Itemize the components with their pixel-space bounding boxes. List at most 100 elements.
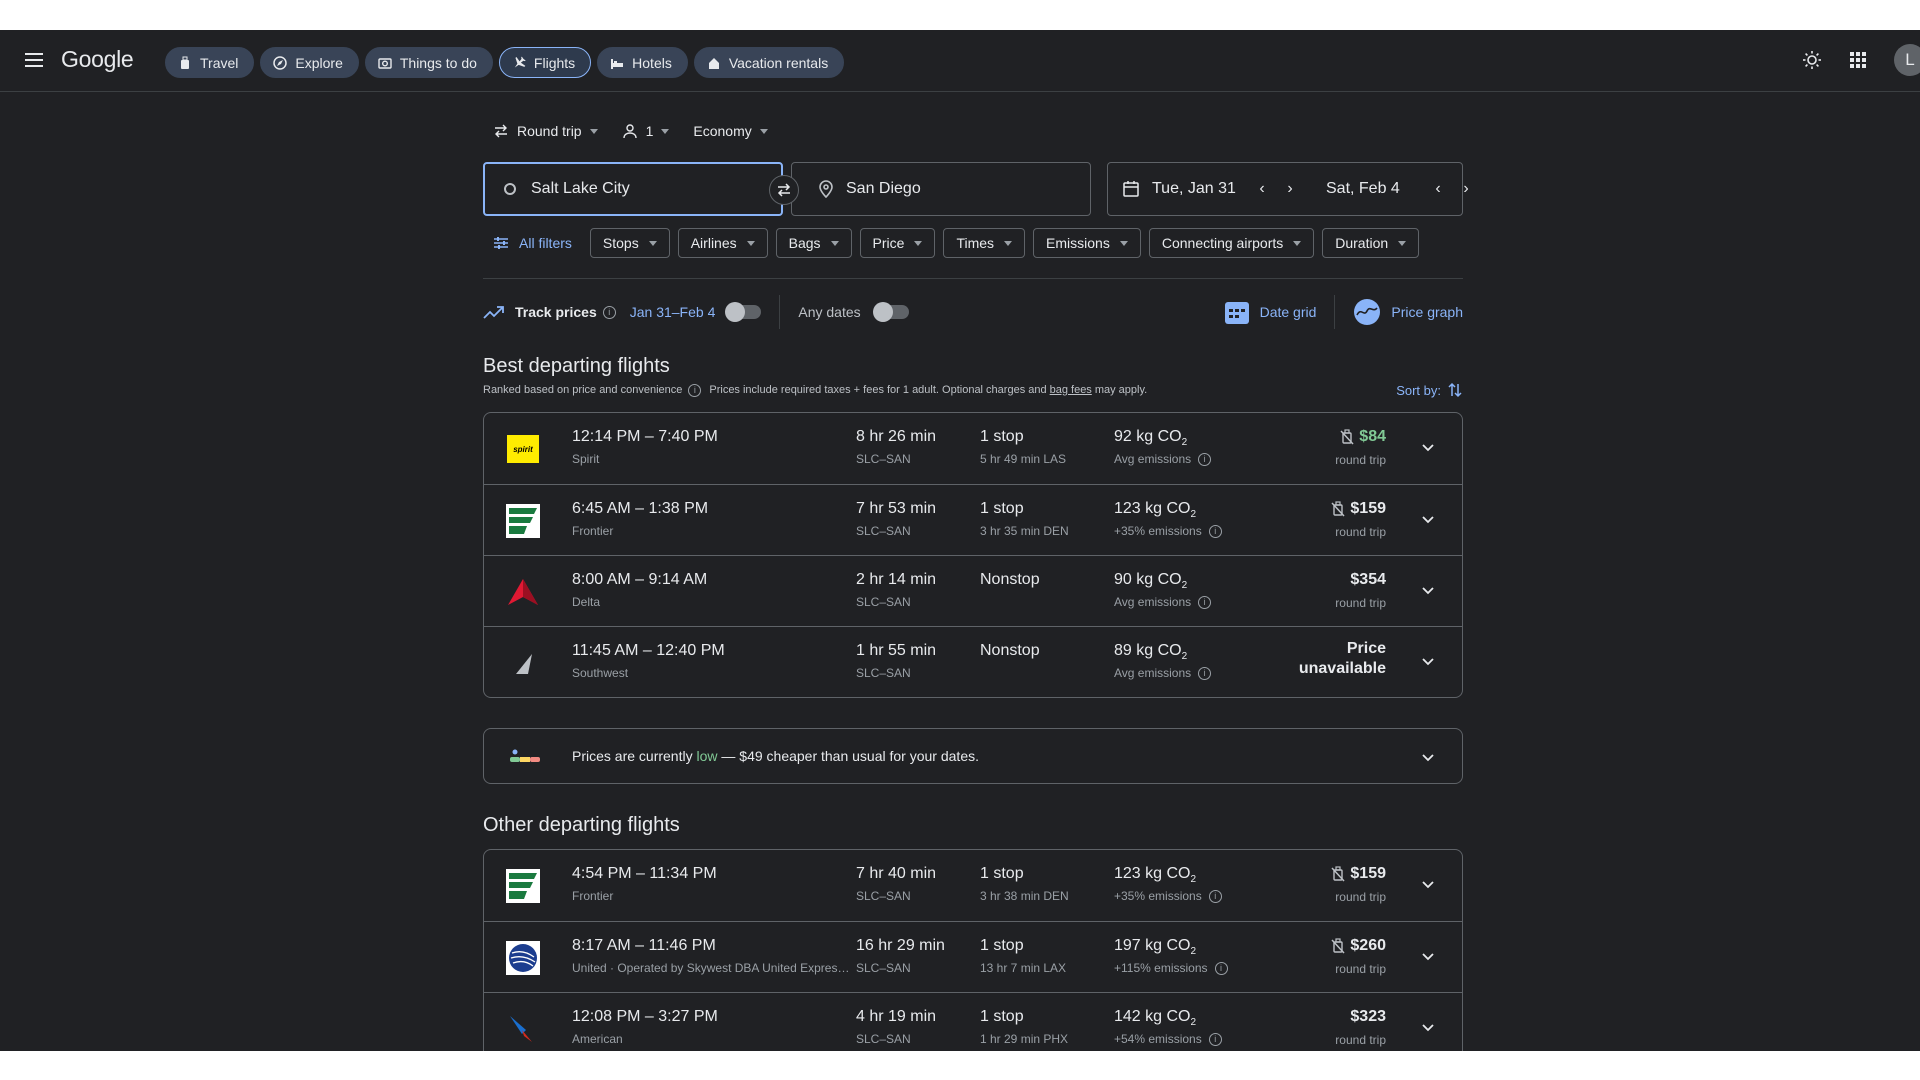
origin-value: Salt Lake City [531,180,630,197]
flight-row[interactable]: 8:00 AM – 9:14 AM Delta 2 hr 14 min SLC–SAN… [484,555,1462,626]
top-bar: Google Travel Explore Things to do Flights H… [0,30,1920,92]
chevron-down-icon[interactable] [1418,1017,1438,1037]
flight-times: 4:54 PM – 11:34 PM [572,865,717,882]
info-icon[interactable]: i [602,305,616,319]
track-prices-toggle[interactable] [725,302,762,322]
emissions-info: Avg emissions i [1114,666,1212,680]
ranked-text: Ranked based on price and convenience [483,384,683,396]
price-insight-banner[interactable]: Prices are currently low — $49 cheaper t… [483,728,1463,784]
caret-down-icon [589,128,598,134]
trip-options: Round trip 1 Economy [483,113,1463,149]
filter-label: Bags [788,235,821,251]
flight-row[interactable]: 6:45 AM – 1:38 PM Frontier 7 hr 53 min SLC–… [484,484,1462,555]
passengers-select[interactable]: 1 [622,123,670,139]
swap-button[interactable] [769,175,799,205]
flight-row[interactable]: 4:54 PM – 11:34 PM Frontier 7 hr 40 min SLC… [484,850,1462,921]
nav-chip-things-to-do[interactable]: Things to do [364,47,493,78]
any-dates-toggle[interactable] [872,302,909,322]
next-depart-date-icon[interactable]: › [1282,180,1298,198]
trip-type-select[interactable]: Round trip [493,123,598,139]
date-grid-label: Date grid [1259,304,1317,320]
info-icon[interactable]: i [688,383,702,397]
info-icon[interactable]: i [1198,595,1212,609]
price: $260 [1330,937,1386,955]
menu-icon[interactable] [22,49,46,73]
caret-down-icon [746,240,755,246]
nav-chip-travel[interactable]: Travel [165,47,255,78]
filter-bags[interactable]: Bags [775,228,852,258]
filter-price[interactable]: Price [859,228,936,258]
spirit-logo-icon: spirit [507,435,539,463]
apps-grid-icon[interactable] [1848,50,1868,70]
filter-emissions[interactable]: Emissions [1033,228,1141,258]
origin-field[interactable]: Salt Lake City [483,162,783,216]
dates-field: Tue, Jan 31 ‹ › Sat, Feb 4 ‹ › [1107,162,1469,216]
filter-times[interactable]: Times [943,228,1026,258]
insight-before: Prices are currently [572,748,693,764]
info-icon[interactable]: i [1208,1032,1222,1046]
all-filters-button[interactable]: All filters [483,228,582,258]
next-return-date-icon[interactable]: › [1458,180,1474,198]
date-grid-button[interactable]: Date grid [1224,299,1317,325]
nav-chip-vacation-rentals[interactable]: Vacation rentals [693,47,845,78]
price-graph-button[interactable]: Price graph [1353,298,1463,326]
co2-value: 197 kg CO [1114,937,1191,954]
caret-down-icon [661,128,670,134]
track-prices-bar: Track prices i Jan 31–Feb 4 Any dates Da… [483,295,1463,329]
return-date-value: Sat, Feb 4 [1326,180,1400,197]
nav-chip-explore[interactable]: Explore [260,47,359,78]
sort-by-button[interactable]: Sort by: [1396,382,1463,398]
chevron-down-icon[interactable] [1418,874,1438,894]
trip-type-label: Round trip [517,123,582,139]
filter-stops[interactable]: Stops [589,228,670,258]
price-note: round trip [1335,453,1386,467]
flight-row[interactable]: spirit 12:14 PM – 7:40 PM Spirit 8 hr 26 mi… [484,413,1462,484]
chevron-down-icon[interactable] [1418,580,1438,600]
google-logo[interactable]: Google [61,46,134,73]
price: $354 [1350,571,1386,589]
price: $159 [1330,500,1386,518]
caret-down-icon [1119,240,1128,246]
filter-airlines[interactable]: Airlines [677,228,768,258]
cabin-select[interactable]: Economy [693,123,768,139]
info-icon[interactable]: i [1198,452,1212,466]
price-value: $84 [1359,428,1386,445]
co2-value: 90 kg CO [1114,571,1182,588]
chevron-down-icon[interactable] [1418,437,1438,457]
filter-connecting-airports[interactable]: Connecting airports [1148,228,1315,258]
filter-label: Price [872,235,905,251]
flight-row[interactable]: 11:45 AM – 12:40 PM Southwest 1 hr 55 min S… [484,626,1462,697]
bag-fees-link[interactable]: bag fees [1050,384,1092,396]
chevron-down-icon[interactable] [1418,509,1438,529]
theme-icon[interactable] [1802,50,1822,70]
search-main: Round trip 1 Economy Salt Lake City San … [483,113,1469,1051]
nav-chip-flights[interactable]: Flights [498,47,592,78]
filter-label: Airlines [690,235,737,251]
house-icon [708,57,719,69]
info-icon[interactable]: i [1208,524,1222,538]
destination-field[interactable]: San Diego [791,162,1091,216]
info-icon[interactable]: i [1214,961,1228,975]
location-pin-icon [819,180,833,198]
explore-icon [273,55,288,70]
depart-date[interactable]: Tue, Jan 31 ‹ › [1122,163,1298,215]
info-icon[interactable]: i [1208,889,1222,903]
chevron-down-icon[interactable] [1418,747,1438,767]
price-value: $260 [1350,937,1386,954]
return-date[interactable]: Sat, Feb 4 ‹ › [1326,163,1474,215]
prices-note: Prices include required taxes + fees for… [709,384,1047,396]
flight-row[interactable]: 12:08 PM – 3:27 PM American 4 hr 19 min SLC… [484,992,1462,1051]
info-icon[interactable]: i [1198,666,1212,680]
flight-route: SLC–SAN [856,595,911,609]
chevron-down-icon[interactable] [1418,946,1438,966]
flight-route: SLC–SAN [856,524,911,538]
co2-value: 89 kg CO [1114,642,1182,659]
prev-return-date-icon[interactable]: ‹ [1430,180,1446,198]
avatar[interactable]: L [1894,44,1920,76]
price-value: $159 [1350,500,1386,517]
chevron-down-icon[interactable] [1418,651,1438,671]
prev-depart-date-icon[interactable]: ‹ [1254,180,1270,198]
nav-chip-hotels[interactable]: Hotels [597,47,688,78]
flight-row[interactable]: 8:17 AM – 11:46 PM United · Operated by S… [484,921,1462,992]
filter-duration[interactable]: Duration [1322,228,1420,258]
